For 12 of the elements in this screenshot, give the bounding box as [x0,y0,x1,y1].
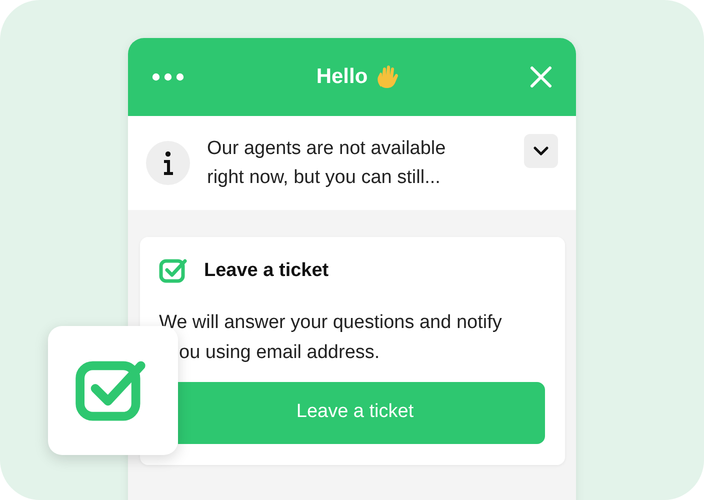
close-icon[interactable] [530,66,552,88]
description-text: ou using email address. [178,340,381,364]
chat-title: Hello [316,64,368,90]
checkbox-icon [159,258,189,284]
info-icon [146,141,190,185]
more-icon[interactable] [152,73,184,81]
notice-text: Our agents are not available right now, but you can still... [207,137,447,190]
waving-hand-icon [376,65,398,89]
expand-button[interactable] [524,134,558,168]
leave-ticket-button[interactable]: Leave a ticket [178,382,545,444]
card-title: Leave a ticket [204,259,329,283]
description-text: We will answer your questions and notify [159,310,503,334]
